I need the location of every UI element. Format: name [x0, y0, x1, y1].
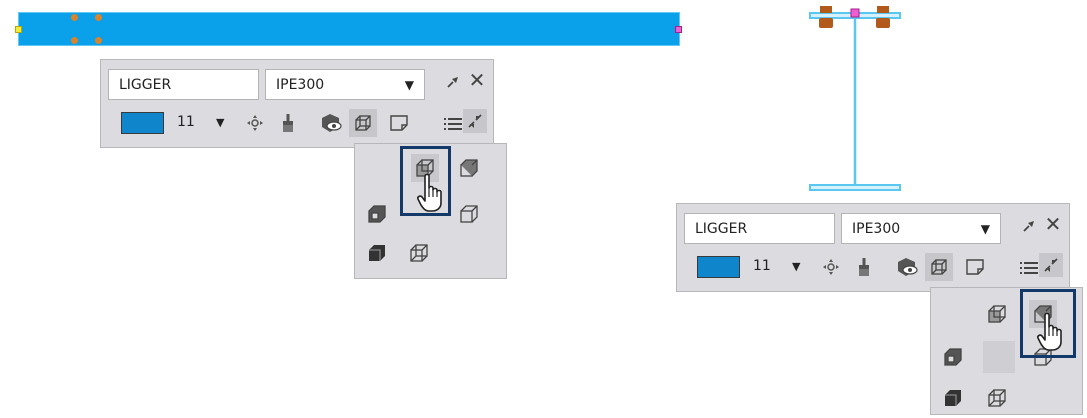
hand-pointer-icon — [416, 173, 446, 217]
wireframe-option[interactable] — [983, 384, 1011, 412]
start-grip[interactable] — [15, 26, 22, 33]
color-swatch[interactable] — [697, 256, 740, 278]
shaded-wireframe-option[interactable] — [983, 300, 1011, 328]
chevron-down-icon[interactable]: ▼ — [792, 260, 800, 273]
hidden-line-option[interactable] — [939, 343, 967, 371]
name-value: LIGGER — [119, 77, 172, 93]
bolt-marker — [95, 14, 102, 21]
close-icon[interactable]: ✕ — [465, 68, 489, 92]
solid-option[interactable] — [363, 239, 391, 267]
properties-panel: LIGGER IPE300 ▼ ✕ 11 ▼ — [100, 59, 494, 148]
profile-value: IPE300 — [852, 221, 901, 237]
color-swatch[interactable] — [121, 112, 164, 134]
bolt-marker — [95, 37, 102, 44]
pin-icon[interactable] — [441, 70, 465, 94]
solid-option[interactable] — [939, 384, 967, 412]
properties-panel: LIGGER IPE300 ▼ ✕ 11 ▼ — [676, 203, 1070, 292]
name-field[interactable]: LIGGER — [684, 213, 835, 244]
note-icon[interactable] — [387, 111, 411, 135]
profile-value: IPE300 — [276, 77, 325, 93]
bolt-marker — [71, 37, 78, 44]
beam-section-view[interactable] — [800, 0, 910, 195]
chevron-down-icon: ▼ — [980, 222, 990, 236]
visibility-icon[interactable] — [319, 111, 343, 135]
pin-icon[interactable] — [1017, 214, 1041, 238]
profile-dropdown[interactable]: IPE300 ▼ — [841, 213, 1001, 244]
move-icon[interactable] — [243, 111, 267, 135]
list-icon[interactable] — [1017, 256, 1041, 280]
wireframe-cube-icon[interactable] — [349, 109, 377, 137]
name-value: LIGGER — [695, 221, 748, 237]
profile-dropdown[interactable]: IPE300 ▼ — [265, 69, 425, 100]
list-icon[interactable] — [441, 112, 465, 136]
note-icon[interactable] — [963, 255, 987, 279]
wireframe-cube-icon[interactable] — [925, 253, 953, 281]
collapse-icon[interactable] — [1039, 253, 1063, 277]
collapse-icon[interactable] — [463, 109, 487, 133]
wireframe-option[interactable] — [405, 239, 433, 267]
chevron-down-icon: ▼ — [404, 78, 414, 92]
chevron-down-icon[interactable]: ▼ — [216, 116, 224, 129]
brush-icon[interactable] — [852, 255, 876, 279]
move-icon[interactable] — [819, 255, 843, 279]
brush-icon[interactable] — [276, 111, 300, 135]
class-number: 11 — [753, 258, 771, 274]
end-grip[interactable] — [675, 26, 682, 33]
class-number: 11 — [177, 114, 195, 130]
close-icon[interactable]: ✕ — [1041, 212, 1065, 236]
steel-beam-plan[interactable] — [18, 12, 680, 46]
outline-option[interactable] — [455, 200, 483, 228]
name-field[interactable]: LIGGER — [108, 69, 259, 100]
hand-pointer-icon — [1036, 312, 1066, 356]
bolt-marker — [71, 14, 78, 21]
shaded-option[interactable] — [455, 154, 483, 182]
hidden-line-option[interactable] — [363, 200, 391, 228]
visibility-icon[interactable] — [895, 255, 919, 279]
empty-slot — [983, 341, 1015, 373]
